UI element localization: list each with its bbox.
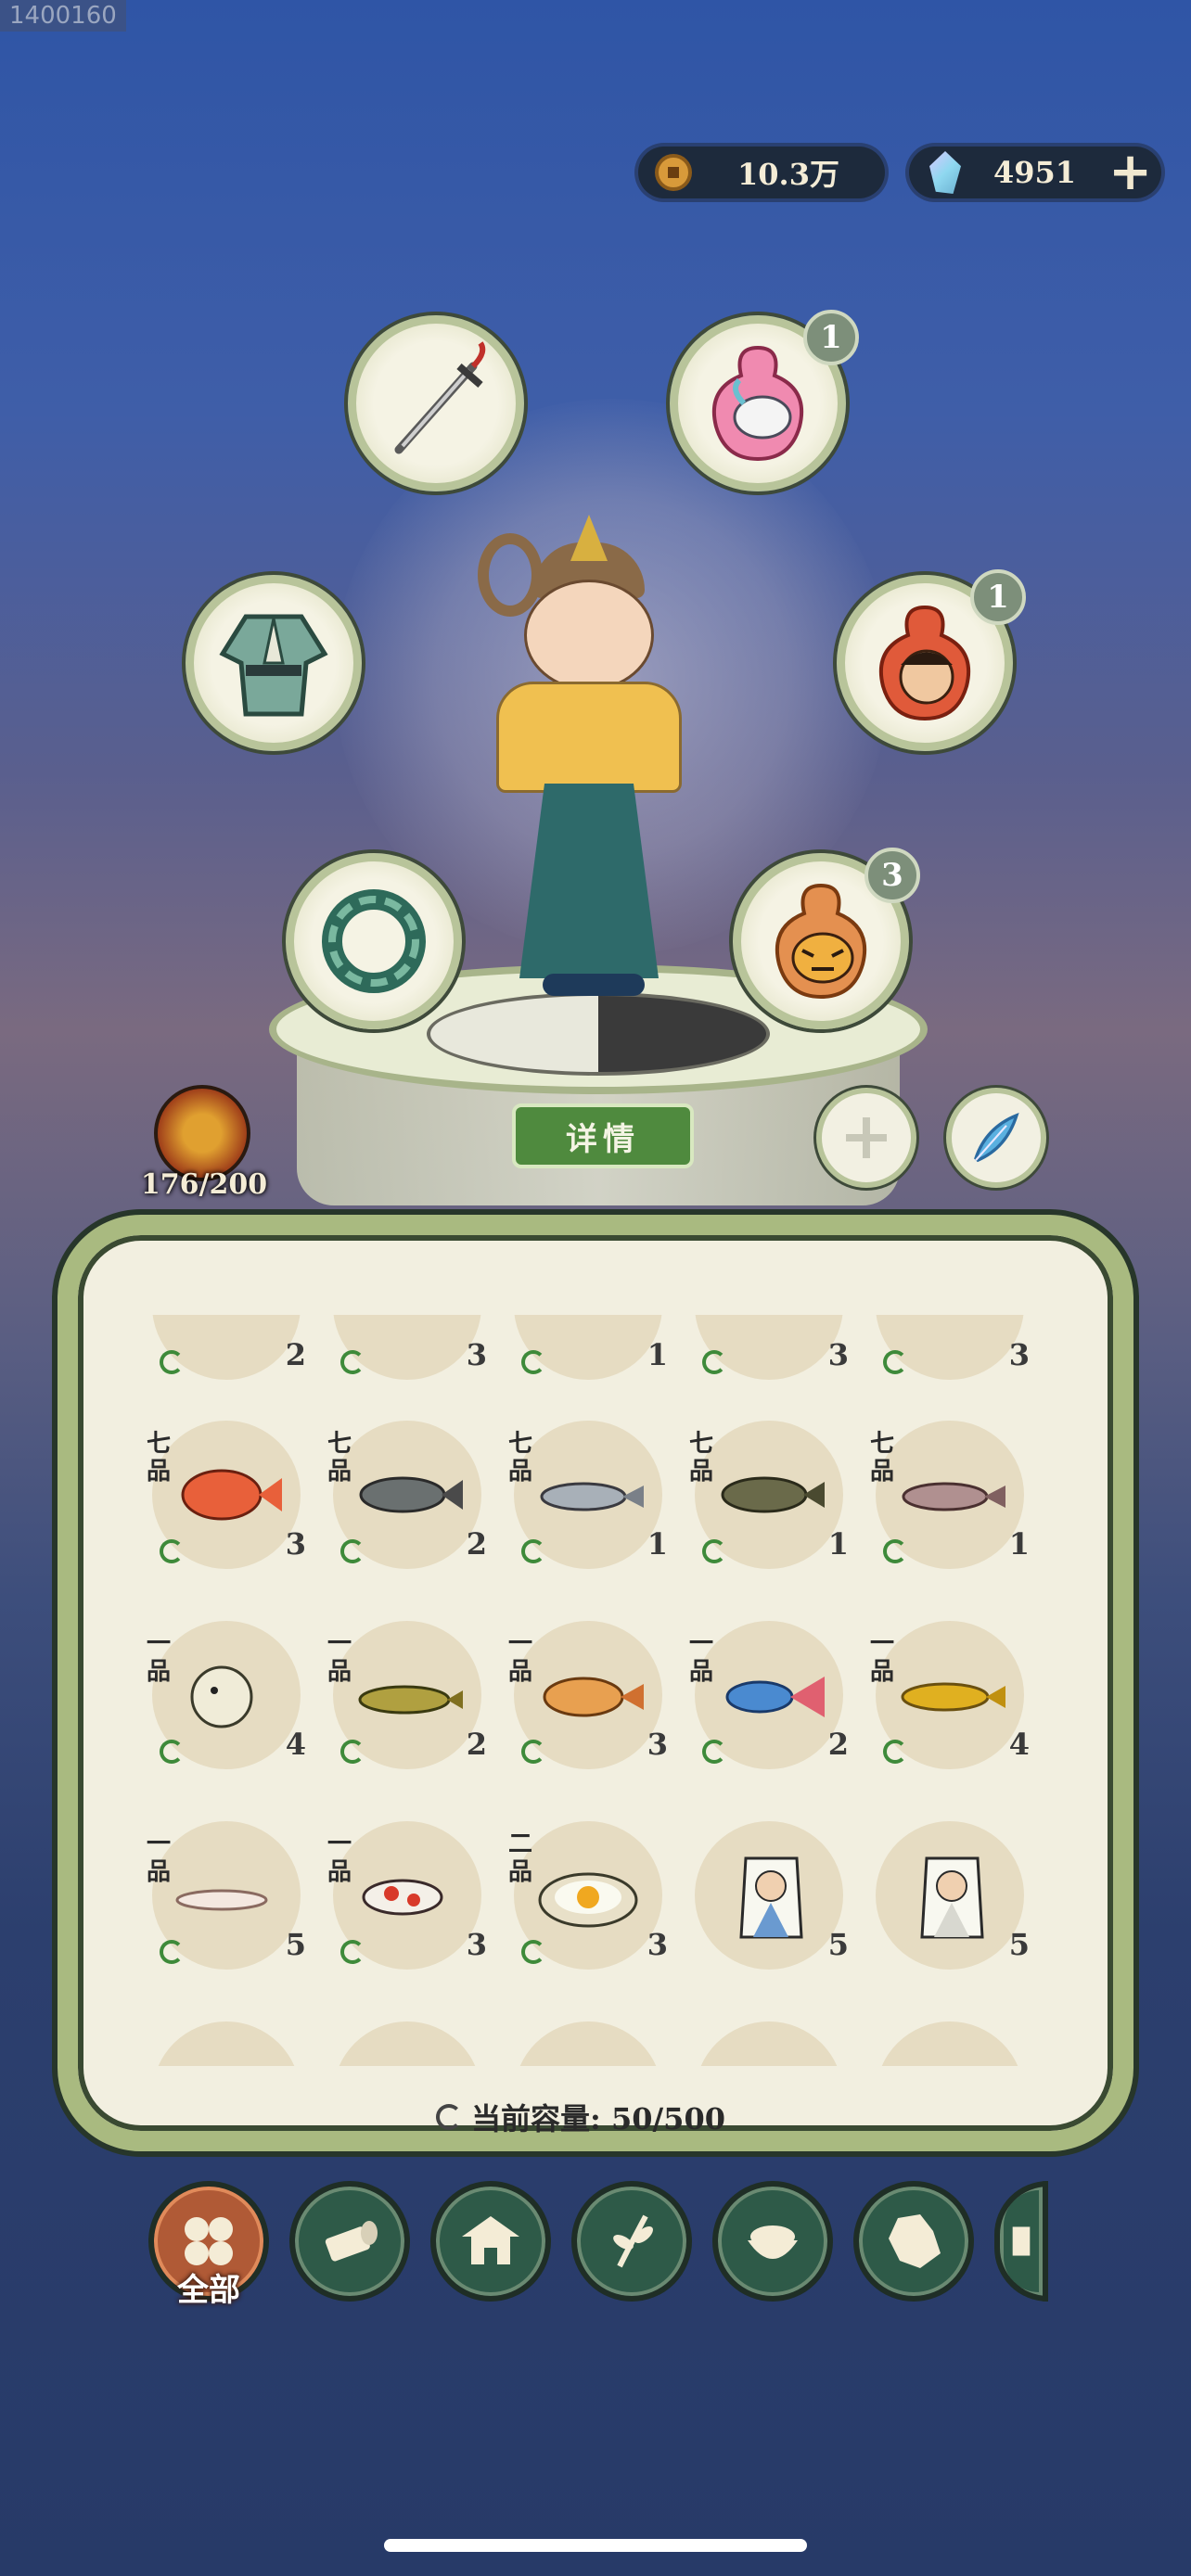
inventory-item[interactable] <box>695 2021 843 2066</box>
tab-ore[interactable] <box>853 2181 974 2302</box>
sword-icon <box>394 341 486 454</box>
inventory-item[interactable]: 3 <box>695 1315 849 1380</box>
inventory-item[interactable] <box>152 2021 301 2066</box>
inventory-item[interactable]: 一品 5 <box>147 1821 306 1970</box>
inventory-item[interactable]: 一品 3 <box>508 1621 668 1769</box>
gourami-icon <box>543 1677 644 1717</box>
inventory-item[interactable]: 一品 3 <box>327 1821 487 1970</box>
wood-log-icon <box>325 2221 378 2262</box>
weapon-slot[interactable] <box>348 315 524 491</box>
inventory-item[interactable]: 一品 4 <box>870 1621 1030 1769</box>
feather-brush-button[interactable] <box>946 1088 1046 1188</box>
golden-crown-icon <box>570 515 608 561</box>
coin-value: 10.3万 <box>737 157 839 192</box>
capacity-label: 当前容量: 50/500 <box>471 2101 725 2136</box>
pet-goat-count-badge: 1 <box>803 310 859 365</box>
pet-tiger-count-badge: 3 <box>864 848 920 903</box>
silver-fish-icon <box>540 1482 644 1511</box>
elder-portrait-icon <box>920 1856 984 1939</box>
ore-icon <box>889 2214 941 2268</box>
inventory-item[interactable]: 二品 3 <box>508 1821 668 1970</box>
capacity-indicator: 当前容量: 50/500 <box>436 2096 725 2138</box>
inventory-item[interactable]: 七品 3 <box>147 1421 306 1569</box>
demon-mask-icon[interactable] <box>154 1085 250 1181</box>
inventory-item[interactable] <box>876 2021 1024 2066</box>
feather-brush-icon <box>974 1112 1019 1163</box>
tab-herb[interactable] <box>571 2181 692 2302</box>
add-gems-button[interactable]: + <box>1108 147 1152 198</box>
inventory-item[interactable]: 一品 4 <box>147 1621 306 1769</box>
inventory-item[interactable]: 1 <box>514 1315 668 1380</box>
accessory-slot[interactable] <box>286 853 462 1029</box>
inventory-item[interactable] <box>514 2021 662 2066</box>
pufferfish-icon <box>190 1665 253 1728</box>
white-goat-gourd-icon <box>711 345 804 462</box>
fried-egg-dish-icon <box>538 1872 638 1928</box>
inventory-item[interactable]: 3 <box>876 1315 1030 1380</box>
inventory-item[interactable]: 一品 2 <box>689 1621 849 1769</box>
gem-value: 4951 <box>993 155 1077 190</box>
home-indicator[interactable] <box>384 2539 807 2552</box>
jade-gem-icon <box>929 151 961 194</box>
red-flowerhorn-fish-icon <box>181 1469 282 1521</box>
capacity-icon <box>436 2104 462 2130</box>
coin-balance: 10.3万 <box>638 147 885 198</box>
robe-armor-icon <box>219 614 328 717</box>
koi-icon <box>362 1879 443 1916</box>
herb-icon <box>613 2214 653 2268</box>
detail-button[interactable]: 详情 <box>512 1103 694 1168</box>
pet-hero-count-badge: 1 <box>970 569 1026 625</box>
scholar-portrait-icon <box>739 1856 803 1939</box>
corner-id-label: 1400160 <box>0 0 126 32</box>
inventory-item[interactable]: 5 <box>695 1821 849 1970</box>
rice-bowl-icon <box>748 2225 798 2259</box>
jade-bracelet-icon <box>322 889 426 993</box>
golden-arowana-icon <box>901 1682 1005 1712</box>
tab-all-label: 全部 <box>177 2272 240 2309</box>
scroll-icon <box>1012 2226 1031 2256</box>
mandarin-fish-icon <box>721 1476 825 1513</box>
inventory-item[interactable]: 七品 1 <box>689 1421 849 1569</box>
inventory-item[interactable]: 5 <box>876 1821 1030 1970</box>
grass-carp-icon <box>359 1476 463 1513</box>
paradise-fish-icon <box>725 1677 825 1717</box>
armor-slot[interactable] <box>186 575 362 751</box>
house-icon <box>462 2216 519 2264</box>
inventory-item[interactable]: 七品 1 <box>870 1421 1030 1569</box>
tiger-gourd-icon <box>775 883 867 1000</box>
gem-balance: 4951 + <box>909 147 1161 198</box>
add-slot-button[interactable] <box>816 1088 916 1188</box>
inventory-item[interactable]: 2 <box>152 1315 306 1380</box>
salmon-icon <box>902 1482 1005 1511</box>
copper-coin-icon <box>655 154 692 191</box>
tab-scroll[interactable] <box>994 2181 1048 2302</box>
tab-building[interactable] <box>430 2181 551 2302</box>
inventory-item[interactable]: 七品 2 <box>327 1421 487 1569</box>
inventory-item[interactable]: 七品 1 <box>508 1421 668 1569</box>
level-progress-text: 176/200 <box>140 1168 268 1201</box>
inventory-item[interactable]: 一品 2 <box>327 1621 487 1769</box>
axolotl-icon <box>175 1889 268 1911</box>
warrior-gourd-icon <box>878 605 971 721</box>
inventory-item[interactable] <box>333 2021 481 2066</box>
character-avatar[interactable] <box>468 515 710 1034</box>
plus-icon <box>846 1117 887 1158</box>
tab-food[interactable] <box>712 2181 833 2302</box>
inventory-item[interactable]: 3 <box>333 1315 487 1380</box>
tab-wood[interactable] <box>289 2181 410 2302</box>
catfish-icon <box>358 1685 463 1715</box>
inventory-grid[interactable]: 2 3 1 3 3 七品 3 七品 2 七品 1 七品 1 七品 1 一品 4 … <box>130 1315 1039 2066</box>
